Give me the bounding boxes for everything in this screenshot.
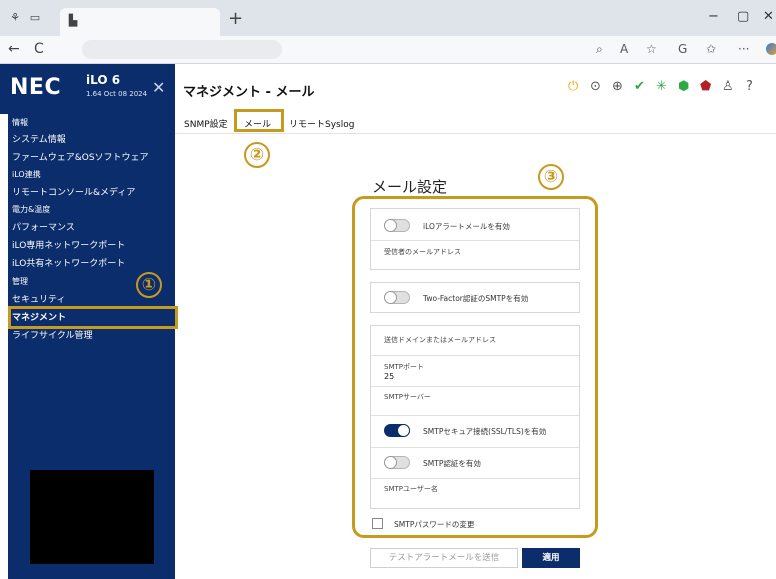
toggle-knob <box>384 219 397 232</box>
sidebar-item-security[interactable]: セキュリティ <box>12 292 65 305</box>
annotation-marker-1: ① <box>136 272 162 298</box>
toggle-knob <box>384 456 397 469</box>
ilo-header: NEC iLO 6 1.64 Oct 08 2024 ✕ マネジメント - メー… <box>0 64 776 114</box>
back-button[interactable]: ← <box>8 41 20 57</box>
tab-actions-icon[interactable]: ▭ <box>28 11 42 25</box>
security-shield-icon[interactable]: ⬟ <box>700 78 711 96</box>
page-favicon-icon: ▙ <box>68 14 78 27</box>
toggle-knob <box>384 291 397 304</box>
smtp-username-field[interactable]: SMTPユーザー名 <box>384 484 438 494</box>
row-divider <box>371 415 579 416</box>
zoom-icon[interactable]: ⌕ <box>596 42 603 57</box>
more-menu-icon[interactable]: ··· <box>738 42 749 56</box>
language-icon[interactable]: ⊕ <box>612 78 623 96</box>
smtp-auth-toggle[interactable] <box>384 456 410 469</box>
new-tab-button[interactable]: + <box>228 8 243 29</box>
alert-mail-group: iLOアラートメールを有効 受信者のメールアドレス <box>370 208 580 270</box>
user-icon[interactable]: ♙ <box>722 78 734 96</box>
sidebar-item-info[interactable]: 情報 <box>12 117 28 128</box>
sidebar: 情報 システム情報 ファームウェア&OSソフトウェア iLO連携 リモートコンソ… <box>8 114 178 579</box>
tab-snmp-settings[interactable]: SNMP設定 <box>184 117 228 130</box>
hexagon-icon[interactable]: ⬢ <box>678 78 689 96</box>
row-divider <box>371 478 579 479</box>
minimize-button[interactable]: − <box>708 9 719 24</box>
two-factor-toggle[interactable] <box>384 291 410 304</box>
tab-remote-syslog[interactable]: リモートSyslog <box>289 117 354 130</box>
browser-tab-active[interactable]: ▙ <box>60 8 220 36</box>
product-version: 1.64 Oct 08 2024 <box>86 90 148 98</box>
sender-address-field[interactable]: 送信ドメインまたはメールアドレス <box>384 335 496 345</box>
alert-mail-toggle[interactable] <box>384 219 410 232</box>
annotation-marker-2: ② <box>244 142 270 168</box>
row-divider <box>371 355 579 356</box>
maximize-button[interactable]: ▢ <box>737 9 749 24</box>
row-divider <box>371 447 579 448</box>
mail-tab-highlight-box <box>234 109 284 132</box>
remote-console-thumbnail[interactable] <box>30 470 154 564</box>
nec-logo: NEC <box>10 75 62 100</box>
smtp-server-field[interactable]: SMTPサーバー <box>384 392 431 402</box>
sun-icon[interactable]: ✳ <box>656 78 667 96</box>
sidebar-item-remote-console[interactable]: リモートコンソール&メディア <box>12 185 135 198</box>
smtp-settings-group: 送信ドメインまたはメールアドレス SMTPポート 25 SMTPサーバー SMT… <box>370 325 580 509</box>
row-divider <box>371 240 579 241</box>
change-password-checkbox[interactable] <box>372 518 383 529</box>
sidebar-item-dedicated-port[interactable]: iLO専用ネットワークポート <box>12 238 125 251</box>
browser-address-bar: ← C ⌕ A ☆ G ✩ ··· <box>0 36 776 64</box>
sidebar-item-firmware[interactable]: ファームウェア&OSソフトウェア <box>12 150 149 163</box>
change-password-label: SMTPパスワードの変更 <box>394 520 475 529</box>
sidebar-item-administration[interactable]: 管理 <box>12 276 28 287</box>
toggle-knob <box>397 424 410 437</box>
annotation-marker-3: ③ <box>538 164 564 190</box>
sidebar-item-ilo-federation[interactable]: iLO連携 <box>12 169 41 180</box>
product-name: iLO 6 <box>86 73 121 87</box>
reload-button[interactable]: C <box>34 41 44 57</box>
sidebar-item-power-thermal[interactable]: 電力&温度 <box>12 204 50 215</box>
management-highlight-box <box>8 306 178 329</box>
mail-settings-title: メール設定 <box>372 178 448 196</box>
refresh-extension-icon[interactable]: G <box>678 42 687 56</box>
two-factor-group: Two-Factor認証のSMTPを有効 <box>370 282 580 313</box>
favorites-icon[interactable]: ✩ <box>706 42 716 56</box>
smtp-auth-label: SMTP認証を有効 <box>423 459 481 468</box>
smtp-port-input[interactable]: 25 <box>384 372 394 381</box>
alert-mail-label: iLOアラートメールを有効 <box>423 222 510 231</box>
apply-button[interactable]: 適用 <box>522 548 580 568</box>
copilot-icon[interactable] <box>766 43 776 55</box>
favorite-star-icon[interactable]: ☆ <box>646 42 657 56</box>
smtp-port-label: SMTPポート <box>384 363 424 371</box>
smtp-secure-toggle[interactable] <box>384 424 410 437</box>
page-title: マネジメント - メール <box>183 85 315 100</box>
read-aloud-icon[interactable]: A <box>620 42 628 56</box>
smtp-secure-label: SMTPセキュア接続(SSL/TLS)を有効 <box>423 427 547 436</box>
help-icon[interactable]: ? <box>746 78 753 96</box>
profile-icon[interactable]: ⚘ <box>8 11 22 25</box>
uid-icon[interactable]: ⊙ <box>590 78 601 96</box>
two-factor-label: Two-Factor認証のSMTPを有効 <box>423 294 529 303</box>
url-input[interactable] <box>82 40 282 59</box>
power-icon[interactable]: ⏻ <box>568 78 578 96</box>
brand-block: NEC iLO 6 1.64 Oct 08 2024 ✕ <box>0 64 175 114</box>
browser-tab-bar: ⚘ ▭ ▙ + − ▢ ✕ <box>0 0 776 36</box>
sidebar-item-lifecycle[interactable]: ライフサイクル管理 <box>12 328 93 341</box>
row-divider <box>371 386 579 387</box>
close-nav-icon[interactable]: ✕ <box>152 78 165 97</box>
sidebar-item-system-info[interactable]: システム情報 <box>12 132 66 145</box>
send-test-alert-button[interactable]: テストアラートメールを送信 <box>370 548 518 568</box>
recipient-email-field[interactable]: 受信者のメールアドレス <box>384 247 461 257</box>
close-window-button[interactable]: ✕ <box>763 9 774 24</box>
health-icon[interactable]: ✔ <box>634 78 645 96</box>
sidebar-item-performance[interactable]: パフォーマンス <box>12 220 75 233</box>
sidebar-item-shared-port[interactable]: iLO共有ネットワークポート <box>12 256 125 269</box>
